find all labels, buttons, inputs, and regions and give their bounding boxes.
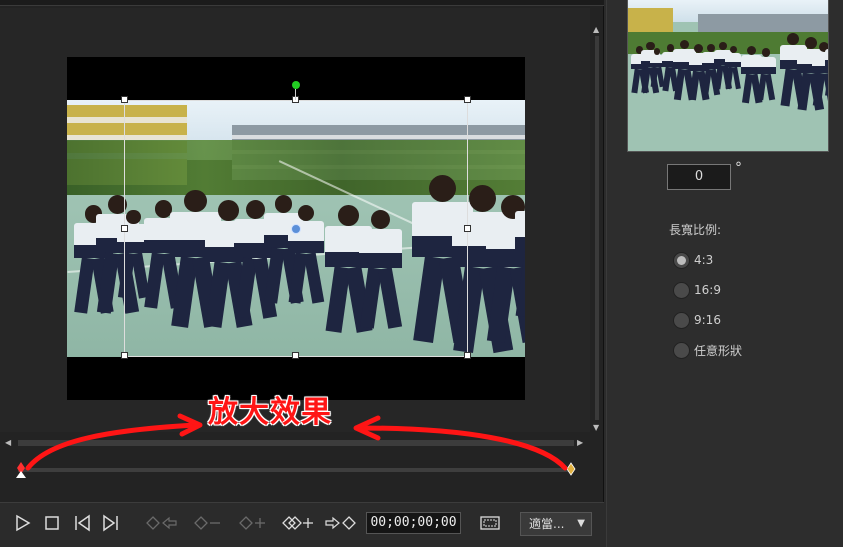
center-point-handle[interactable] xyxy=(291,224,301,234)
add-keyframe-icon[interactable] xyxy=(238,512,268,534)
chevron-down-icon: ▼ xyxy=(577,518,585,529)
crop-handle-top-right[interactable] xyxy=(464,96,471,103)
aspect-ratio-option-freeform[interactable]: 任意形狀 xyxy=(673,340,742,360)
fit-view-select[interactable]: 適當... ▼ xyxy=(520,512,592,536)
vertical-scrollbar[interactable]: ▲ ▼ xyxy=(590,24,604,434)
radio-button[interactable] xyxy=(673,251,690,269)
previous-keyframe-icon[interactable] xyxy=(145,512,179,534)
next-frame-icon[interactable] xyxy=(101,512,121,534)
preview-thumbnail xyxy=(627,0,829,152)
crop-handle-top-left[interactable] xyxy=(121,96,128,103)
rotation-angle-input[interactable]: 0 xyxy=(667,164,731,190)
crop-zoom-editor: ▲ ▼ ◀ ▶ 放大效果 00;00;00;00 適當... ▼ 0 ° 長寬比… xyxy=(0,0,843,547)
remove-keyframe-icon[interactable] xyxy=(193,512,223,534)
radio-button[interactable] xyxy=(673,281,690,299)
crop-handle-bottom-right[interactable] xyxy=(464,352,471,359)
safe-zone-icon[interactable] xyxy=(478,512,502,534)
fit-view-select-label: 適當... xyxy=(529,517,565,531)
degree-unit: ° xyxy=(735,160,742,176)
play-icon[interactable] xyxy=(12,512,32,534)
previous-frame-icon[interactable] xyxy=(72,512,92,534)
annotation-arrow-left xyxy=(25,422,198,471)
radio-button[interactable] xyxy=(673,341,690,359)
crop-handle-bottom-left[interactable] xyxy=(121,352,128,359)
aspect-ratio-option-4-3[interactable]: 4:3 xyxy=(673,250,713,270)
duplicate-previous-keyframe-icon[interactable] xyxy=(281,512,315,534)
panel-top-strip xyxy=(0,0,604,6)
crop-handle-bottom[interactable] xyxy=(292,352,299,359)
aspect-ratio-label: 長寬比例: xyxy=(669,223,722,237)
scroll-up-icon[interactable]: ▲ xyxy=(593,26,599,34)
annotation-arrow-right xyxy=(357,425,568,471)
radio-button[interactable] xyxy=(673,311,690,329)
aspect-ratio-option-9-16[interactable]: 9:16 xyxy=(673,310,721,330)
preview-panel: ▲ ▼ ◀ ▶ 放大效果 00;00;00;00 適當... ▼ xyxy=(0,0,604,547)
aspect-ratio-option-16-9[interactable]: 16:9 xyxy=(673,280,721,300)
playback-controls: 00;00;00;00 適當... ▼ xyxy=(0,502,604,547)
zoom-effect-annotation: 放大效果 xyxy=(208,395,332,430)
crop-handle-left[interactable] xyxy=(121,225,128,232)
crop-handle-right[interactable] xyxy=(464,225,471,232)
rotation-handle[interactable] xyxy=(292,81,300,89)
settings-panel: 0 ° 長寬比例: 4:3 16:9 9:16 任意形狀 xyxy=(606,0,843,547)
stop-icon[interactable] xyxy=(42,512,62,534)
timecode-display[interactable]: 00;00;00;00 xyxy=(366,512,461,534)
duplicate-next-keyframe-icon[interactable] xyxy=(324,512,358,534)
